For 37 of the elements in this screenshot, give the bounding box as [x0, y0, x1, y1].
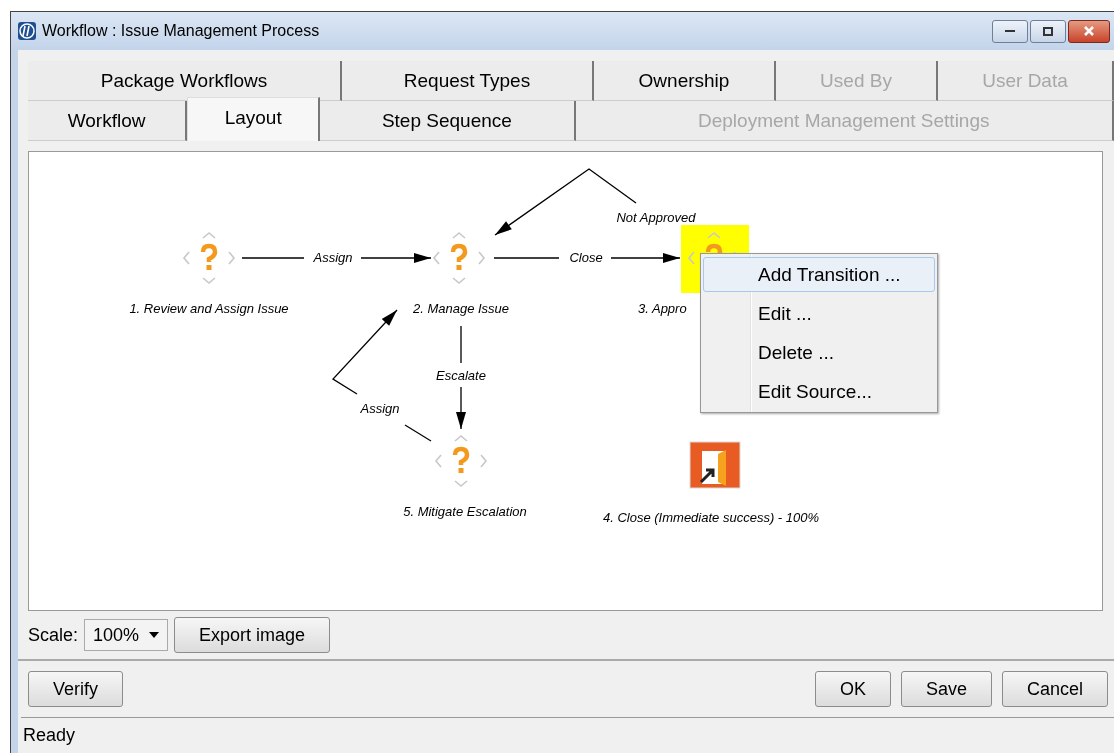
step-label: 4. Close (Immediate success) - 100%	[603, 510, 819, 525]
tab[interactable]: Package Workflows	[28, 61, 342, 101]
menu-item[interactable]: Delete ...	[703, 335, 935, 370]
tab[interactable]: Request Types	[342, 61, 594, 101]
dialog-button[interactable]: Save	[900, 671, 992, 707]
menu-item[interactable]: Add Transition ...	[703, 257, 935, 292]
status-bar: Ready	[21, 717, 1114, 752]
step-label: 5. Mitigate Escalation	[403, 504, 527, 519]
transition-label: Close	[569, 250, 603, 265]
minimize-button[interactable]	[992, 19, 1028, 43]
step-label: 2. Manage Issue	[412, 301, 510, 316]
tab[interactable]: Ownership	[594, 61, 776, 101]
menu-item[interactable]: Edit ...	[703, 296, 935, 331]
transition-label: Assign	[313, 250, 353, 265]
close-icon	[1084, 26, 1094, 36]
scale-dropdown[interactable]: 100%	[84, 619, 169, 651]
export-image-button[interactable]: Export image	[174, 617, 331, 653]
tab[interactable]: Layout	[187, 97, 321, 141]
close-button[interactable]	[1068, 19, 1110, 43]
window-title: Workflow : Issue Management Process	[42, 22, 320, 40]
verify-button[interactable]: Verify	[28, 671, 124, 707]
step-label: 1. Review and Assign Issue	[129, 301, 289, 316]
caret-icon	[149, 632, 160, 638]
tab[interactable]: Workflow	[28, 101, 188, 141]
transition-label: Not Approved	[616, 210, 696, 225]
maximize-button[interactable]	[1030, 19, 1066, 43]
minimize-icon	[1005, 30, 1015, 32]
tab[interactable]: Step Sequence	[320, 101, 576, 141]
scale-label: Scale:	[28, 624, 79, 646]
maximize-icon	[1043, 26, 1053, 36]
dialog-button[interactable]: Cancel	[1001, 671, 1108, 707]
transition-label: Escalate	[436, 368, 486, 383]
step-label: 3. Appro	[638, 301, 687, 316]
logo-icon	[17, 21, 37, 41]
menu-item[interactable]: Edit Source...	[703, 374, 935, 409]
dialog-button[interactable]: OK	[814, 671, 891, 707]
transition-label: Assign	[360, 401, 400, 416]
